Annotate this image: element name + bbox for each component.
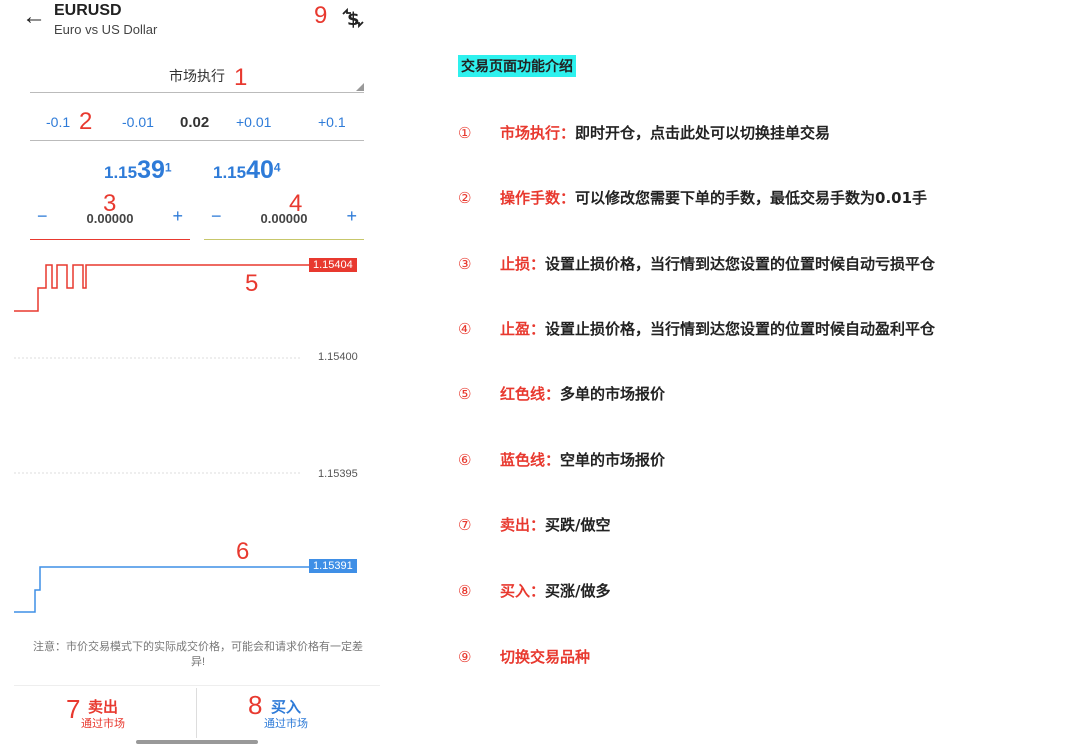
- volume-minus-0.01-button[interactable]: -0.01: [122, 114, 154, 130]
- feature-item: ① 市场执行：即时开仓，点击此处可以切换挂单交易: [458, 122, 830, 143]
- item-key: 买入：: [500, 582, 546, 600]
- feature-item: ⑧ 买入：买涨/做多: [458, 580, 611, 601]
- marker-2: 2: [79, 108, 93, 135]
- ask-price-tag: 1.15404: [309, 258, 357, 272]
- take-profit-value[interactable]: 0.00000: [204, 211, 364, 226]
- volume-stepper: -0.1 2 -0.01 0.02 +0.01 +0.1: [30, 106, 364, 141]
- item-number: ①: [458, 124, 472, 142]
- ask-price-line: [14, 264, 310, 312]
- stop-loss-field: − 0.00000 +: [30, 202, 190, 240]
- item-key: 切换交易品种: [500, 648, 591, 666]
- marker-8: 8: [248, 690, 263, 720]
- item-desc: 可以修改您需要下单的手数，最低交易手数为0.01手: [575, 189, 928, 207]
- sell-label: 卖出: [88, 699, 119, 716]
- bid-price: 1.15391: [104, 156, 172, 185]
- item-desc: 多单的市场报价: [560, 385, 666, 403]
- symbol-description: Euro vs US Dollar: [54, 22, 158, 37]
- marker-7: 7: [66, 694, 81, 724]
- item-number: ④: [458, 320, 472, 338]
- back-arrow-icon[interactable]: ←: [22, 5, 46, 29]
- symbol-name: EURUSD: [54, 2, 122, 19]
- ask-price-fraction: 4: [273, 160, 281, 175]
- axis-label-lower: 1.15395: [318, 468, 358, 480]
- stop-loss-value[interactable]: 0.00000: [30, 211, 190, 226]
- volume-value[interactable]: 0.02: [180, 114, 209, 131]
- volume-plus-0.01-button[interactable]: +0.01: [236, 114, 271, 130]
- switch-symbol-icon[interactable]: $: [340, 6, 366, 30]
- tick-chart: 1.15404 1.15391 1.15400 1.15395 5 6: [0, 248, 380, 630]
- item-key: 操作手数：: [500, 189, 576, 207]
- ask-price-pips: 40: [246, 156, 274, 184]
- dropdown-caret-icon: [356, 83, 364, 91]
- item-key: 红色线：: [500, 385, 561, 403]
- item-desc: 买跌/做空: [545, 516, 611, 534]
- bid-price-line: [14, 566, 310, 613]
- item-desc: 买涨/做多: [545, 582, 611, 600]
- feature-item: ⑤ 红色线：多单的市场报价: [458, 383, 665, 404]
- item-number: ⑤: [458, 385, 472, 403]
- feature-item: ⑨ 切换交易品种: [458, 646, 590, 667]
- feature-item: ⑦ 卖出：买跌/做空: [458, 514, 611, 535]
- sell-sublabel: 通过市场: [81, 718, 125, 730]
- buy-label: 买入: [271, 699, 302, 716]
- feature-item: ④ 止盈：设置止损价格，当行情到达您设置的位置时候自动盈利平仓: [458, 318, 935, 339]
- take-profit-underline: [204, 239, 364, 240]
- bid-price-fraction: 1: [164, 160, 172, 175]
- feature-item: ③ 止损：设置止损价格，当行情到达您设置的位置时候自动亏损平仓: [458, 253, 935, 274]
- bid-price-pips: 39: [137, 156, 165, 184]
- item-desc: 设置止损价格，当行情到达您设置的位置时候自动盈利平仓: [545, 320, 936, 338]
- item-key: 止盈：: [500, 320, 546, 338]
- item-number: ⑧: [458, 582, 472, 600]
- item-number: ⑨: [458, 648, 472, 666]
- execution-mode-label: 市场执行: [169, 68, 225, 84]
- ask-price: 1.15404: [213, 156, 281, 185]
- item-key: 市场执行：: [500, 124, 576, 142]
- item-key: 止损：: [500, 255, 546, 273]
- volume-plus-0.1-button[interactable]: +0.1: [318, 114, 346, 130]
- take-profit-field: − 0.00000 +: [204, 202, 364, 240]
- execution-notice: 注意：市价交易模式下的实际成交价格，可能会和请求价格有一定差异!: [33, 641, 363, 668]
- bid-price-prefix: 1.15: [104, 163, 138, 182]
- item-desc: 设置止损价格，当行情到达您设置的位置时候自动亏损平仓: [545, 255, 936, 273]
- buy-button[interactable]: 8 买入 通过市场: [198, 686, 380, 738]
- item-desc: 空单的市场报价: [560, 451, 666, 469]
- marker-1: 1: [234, 64, 248, 91]
- item-key: 蓝色线：: [500, 451, 561, 469]
- item-desc: 即时开仓，点击此处可以切换挂单交易: [575, 124, 831, 142]
- item-number: ⑦: [458, 516, 472, 534]
- take-profit-plus-button[interactable]: +: [346, 206, 357, 227]
- buy-sublabel: 通过市场: [264, 718, 308, 730]
- button-divider: [196, 688, 197, 738]
- trade-screen: ← EURUSD Euro vs US Dollar 9 $ 市场执行 1 -0…: [0, 0, 380, 751]
- ask-price-prefix: 1.15: [213, 163, 247, 182]
- item-number: ③: [458, 255, 472, 273]
- feature-item: ⑥ 蓝色线：空单的市场报价: [458, 449, 665, 470]
- panel-title: 交易页面功能介绍: [458, 55, 576, 77]
- feature-item: ② 操作手数：可以修改您需要下单的手数，最低交易手数为0.01手: [458, 187, 927, 208]
- item-number: ⑥: [458, 451, 472, 469]
- sell-button[interactable]: 7 卖出 通过市场: [14, 686, 196, 738]
- axis-label-upper: 1.15400: [318, 351, 358, 363]
- marker-9: 9: [314, 2, 328, 29]
- stop-loss-plus-button[interactable]: +: [172, 206, 183, 227]
- bid-price-tag: 1.15391: [309, 559, 357, 573]
- item-number: ②: [458, 189, 472, 207]
- marker-5: 5: [245, 270, 259, 297]
- home-indicator: [136, 740, 258, 744]
- marker-6: 6: [236, 538, 250, 565]
- stop-loss-underline: [30, 239, 190, 240]
- item-key: 卖出：: [500, 516, 546, 534]
- execution-mode-select[interactable]: 市场执行: [30, 62, 364, 93]
- volume-minus-0.1-button[interactable]: -0.1: [46, 114, 70, 130]
- order-buttons: 7 卖出 通过市场 8 买入 通过市场: [14, 685, 380, 738]
